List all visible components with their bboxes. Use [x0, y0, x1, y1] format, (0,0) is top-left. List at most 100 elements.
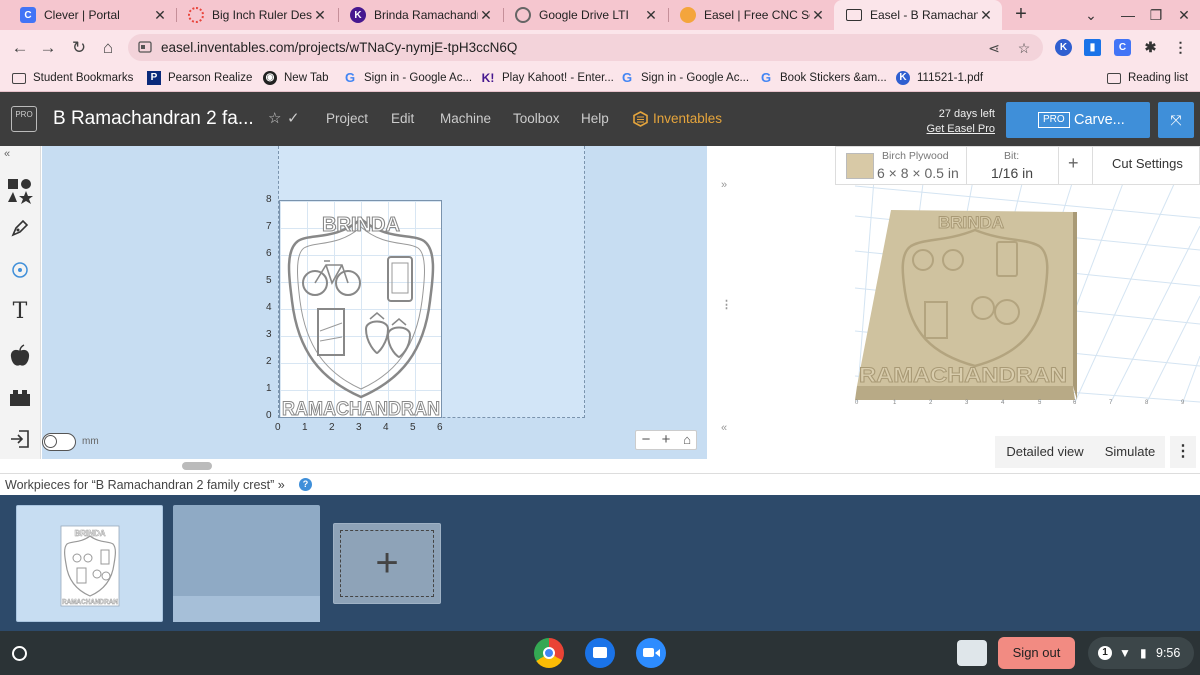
get-easel-pro-link[interactable]: Get Easel Pro [915, 122, 995, 137]
close-window-icon[interactable]: ✕ [1170, 0, 1198, 30]
reload-icon[interactable]: ↻ [67, 36, 91, 60]
home-view-icon[interactable]: ⌂ [677, 431, 697, 449]
zoom-in-button[interactable]: + [656, 431, 676, 449]
unit-toggle-switch[interactable] [42, 433, 76, 451]
icons-tool[interactable] [0, 334, 40, 374]
easel-header: PRO B Ramachandran 2 fa... ☆ ✓ Project E… [0, 92, 1200, 146]
site-info-icon[interactable] [138, 40, 152, 54]
workpieces-title[interactable]: Workpieces for “B Ramachandran 2 family … [5, 478, 285, 492]
collapse-toolbar-icon[interactable]: « [4, 148, 10, 160]
material-board[interactable]: BRINDA RAMACHANDRAN [279, 200, 443, 421]
workpiece-thumbnail-2[interactable] [173, 505, 320, 622]
tab-easel-project[interactable]: Easel - B Ramachand ✕ [834, 0, 1002, 30]
simulate-button[interactable]: Simulate [1095, 436, 1165, 468]
add-workpiece-button[interactable]: + [333, 523, 441, 604]
collapse-right-icon[interactable]: » [721, 179, 727, 191]
bookmark-google-signin-2[interactable]: G Sign in - Google Ac... [620, 65, 749, 91]
point-tool[interactable] [0, 250, 40, 290]
close-icon[interactable]: ✕ [810, 7, 826, 24]
pen-tool[interactable] [0, 208, 40, 248]
tab-clever[interactable]: C Clever | Portal ✕ [8, 0, 176, 30]
new-tab-button[interactable]: + [1010, 3, 1032, 25]
menu-inventables[interactable]: Inventables [653, 92, 722, 146]
trash-extension-icon[interactable]: ▮ [1084, 39, 1101, 56]
extensions-puzzle-icon[interactable]: ✱ [1142, 39, 1159, 56]
horizontal-scroll-handle[interactable] [182, 462, 212, 470]
bookmark-student-bookmarks[interactable]: Student Bookmarks [12, 65, 133, 91]
zoom-app-icon[interactable] [636, 638, 666, 668]
bookmark-new-tab[interactable]: ◉ New Tab [263, 65, 329, 91]
bookmark-book-stickers[interactable]: G Book Stickers &am... [759, 65, 887, 91]
share-icon[interactable]: ⋖ [984, 38, 1004, 58]
minimize-icon[interactable]: — [1114, 0, 1142, 30]
tab-google-drive[interactable]: Google Drive LTI ✕ [503, 0, 667, 30]
bookmark-pearson[interactable]: P Pearson Realize [147, 65, 252, 91]
close-icon[interactable]: ✕ [312, 7, 328, 24]
text-tool[interactable]: T [0, 292, 40, 332]
add-bit-button[interactable]: + [1068, 153, 1079, 174]
reading-list-button[interactable]: Reading list [1107, 65, 1188, 91]
tab-ruler-design[interactable]: Big Inch Ruler Design ✕ [176, 0, 336, 30]
import-tool[interactable] [0, 418, 40, 458]
svg-text:4: 4 [1001, 400, 1005, 406]
menu-help[interactable]: Help [581, 92, 609, 146]
workpiece-thumbnail-active[interactable]: BRINDA RAMACHANDRAN [16, 505, 163, 622]
screen-capture-thumbnail[interactable] [957, 640, 987, 666]
close-icon[interactable]: ✕ [478, 7, 494, 24]
bit-size[interactable]: 1/16 in [991, 165, 1033, 181]
forward-icon[interactable]: → [36, 36, 60, 60]
close-icon[interactable]: ✕ [152, 7, 168, 24]
restore-icon[interactable]: ❐ [1142, 0, 1170, 30]
bookmark-star-icon[interactable]: ☆ [1014, 38, 1034, 58]
project-title[interactable]: B Ramachandran 2 fa... [53, 92, 254, 146]
menu-toolbox[interactable]: Toolbox [513, 92, 560, 146]
expand-left-icon[interactable]: « [721, 422, 727, 434]
bookmark-pdf[interactable]: K 111521-1.pdf [896, 65, 983, 91]
menu-edit[interactable]: Edit [391, 92, 414, 146]
bookmark-google-signin-1[interactable]: G Sign in - Google Ac... [343, 65, 472, 91]
3d-preview-panel[interactable]: BRINDA RAMACHANDRAN 0123456789 [735, 146, 1200, 473]
menu-machine[interactable]: Machine [440, 92, 491, 146]
close-icon[interactable]: ✕ [643, 7, 659, 24]
close-icon[interactable]: ✕ [978, 7, 994, 24]
chrome-menu-icon[interactable]: ⋮ [1172, 39, 1189, 56]
shapes-tool[interactable] [0, 166, 40, 206]
k-extension-icon[interactable]: K [1055, 39, 1072, 56]
tab-brinda[interactable]: K Brinda Ramachandran ✕ [338, 0, 502, 30]
address-bar[interactable]: easel.inventables.com/projects/wTNaCy-ny… [128, 34, 1043, 61]
camera-app-icon[interactable] [585, 638, 615, 668]
tab-easel-free[interactable]: Easel | Free CNC Soft ✕ [668, 0, 834, 30]
x-axis-tick: 1 [302, 422, 308, 433]
help-icon[interactable]: ? [299, 478, 312, 491]
drag-handle-icon[interactable]: ⋮ [721, 298, 732, 311]
family-crest-design[interactable]: BRINDA RAMACHANDRAN [280, 201, 443, 420]
cut-settings-button[interactable]: Cut Settings [1112, 156, 1183, 171]
bookmark-kahoot[interactable]: K! Play Kahoot! - Enter... [481, 65, 614, 91]
import-apps-tool[interactable] [0, 376, 40, 416]
workpieces-tray: BRINDA RAMACHANDRAN + [0, 495, 1200, 631]
material-selector[interactable]: Birch Plywood 6 × 8 × 0.5 in Bit: 1/16 i… [835, 146, 1200, 185]
zoom-controls: − + ⌂ [635, 430, 697, 450]
import-icon [11, 430, 29, 448]
design-canvas[interactable]: BRINDA RAMACHANDRAN 8 7 6 5 4 3 2 1 0 0 … [42, 146, 707, 470]
url-text[interactable]: easel.inventables.com/projects/wTNaCy-ny… [161, 34, 517, 61]
clever-extension-icon[interactable]: C [1114, 39, 1131, 56]
easel-pro-logo[interactable]: PRO [11, 106, 37, 132]
launcher-icon[interactable] [12, 646, 27, 661]
tab-search-icon[interactable]: ⌄ [1077, 0, 1105, 30]
fullscreen-expand-icon[interactable]: ⤧ [1158, 102, 1194, 138]
x-axis-tick: 4 [383, 422, 389, 433]
chrome-app-icon[interactable] [534, 638, 564, 668]
svg-text:BRINDA: BRINDA [322, 214, 400, 236]
detailed-view-button[interactable]: Detailed view [995, 436, 1095, 468]
preview-more-icon[interactable]: ⋮ [1170, 436, 1196, 468]
sign-out-button[interactable]: Sign out [998, 637, 1075, 669]
favorite-star-icon[interactable]: ☆ [268, 109, 281, 127]
system-tray[interactable]: 1 ▼ ▮ 9:56 [1088, 637, 1194, 669]
home-icon[interactable]: ⌂ [96, 36, 120, 60]
zoom-out-button[interactable]: − [636, 431, 656, 449]
chevron-down-icon[interactable]: » [278, 478, 285, 492]
menu-project[interactable]: Project [326, 92, 368, 146]
back-icon[interactable]: ← [8, 36, 32, 60]
carve-button[interactable]: PRO Carve... [1006, 102, 1150, 138]
